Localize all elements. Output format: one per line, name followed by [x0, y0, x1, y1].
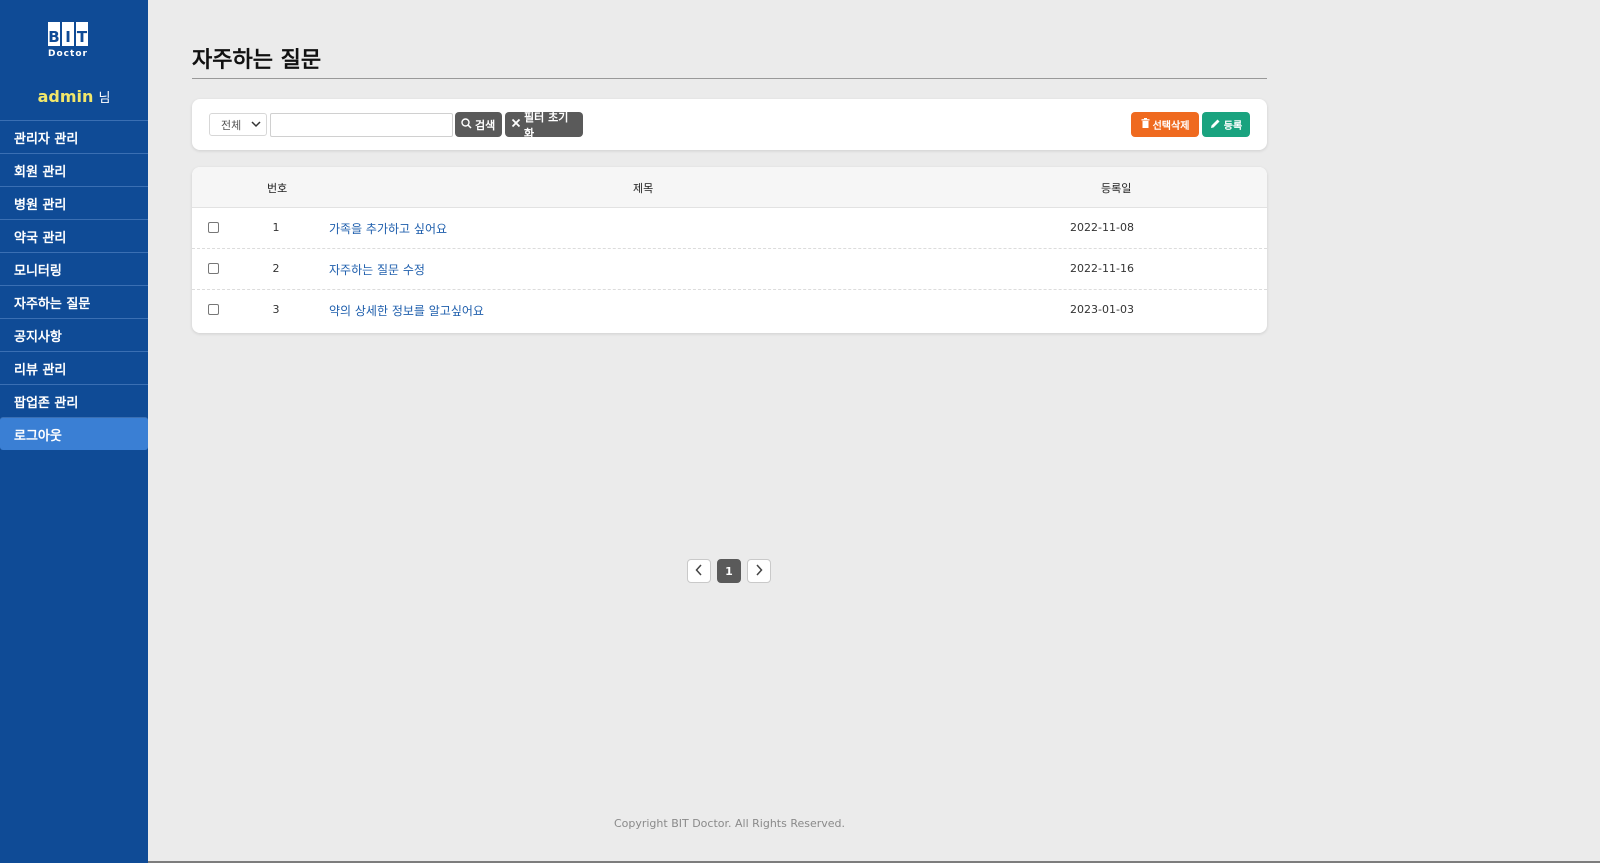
reset-filter-button[interactable]: 필터 초기화: [505, 111, 583, 140]
row-checkbox[interactable]: [208, 263, 219, 274]
row-date: 2022-11-16: [1070, 262, 1134, 275]
column-header-date: 등록일: [1101, 182, 1132, 195]
logo-letter: I: [62, 22, 74, 46]
user-suffix: 님: [98, 91, 111, 106]
delete-selected-label: 선택삭제: [1152, 121, 1190, 132]
chevron-down-icon: [251, 118, 261, 133]
register-label: 등록: [1223, 121, 1243, 132]
column-header-number: 번호: [267, 182, 288, 195]
sidebar: B I T Doctor admin 님 관리자 관리 회원 관리 병원 관리 …: [0, 0, 148, 863]
table-header: 번호 제목 등록일: [192, 167, 1267, 208]
faq-table: 번호 제목 등록일 1 가족을 추가하고 싶어요 2022-11-08 2 자주…: [192, 167, 1267, 333]
pencil-icon: [1210, 118, 1221, 132]
logo-letter: B: [48, 22, 60, 46]
row-date: 2022-11-08: [1070, 221, 1134, 234]
sidebar-item-pharmacy-management[interactable]: 약국 관리: [0, 219, 148, 252]
sidebar-item-hospital-management[interactable]: 병원 관리: [0, 186, 148, 219]
row-number: 3: [272, 303, 280, 316]
row-checkbox[interactable]: [208, 304, 219, 315]
sidebar-item-notices[interactable]: 공지사항: [0, 318, 148, 351]
table-row: 3 약의 상세한 정보를 알고싶어요 2023-01-03: [192, 290, 1267, 331]
bit-doctor-logo[interactable]: B I T Doctor: [47, 22, 89, 64]
user-greeting: admin 님: [0, 87, 148, 106]
delete-selected-button[interactable]: 선택삭제: [1131, 112, 1199, 137]
sidebar-item-logout[interactable]: 로그아웃: [0, 417, 148, 450]
page-button-current[interactable]: 1: [717, 559, 741, 583]
logo-subtitle: Doctor: [48, 49, 88, 59]
chevron-left-icon: [695, 563, 703, 579]
chevron-right-icon: [755, 563, 763, 579]
table-row: 1 가족을 추가하고 싶어요 2022-11-08: [192, 208, 1267, 249]
sidebar-item-faq[interactable]: 자주하는 질문: [0, 285, 148, 318]
trash-icon: [1141, 118, 1150, 131]
search-button[interactable]: 검색: [455, 112, 502, 137]
sidebar-item-member-management[interactable]: 회원 관리: [0, 153, 148, 186]
footer-copyright: Copyright BIT Doctor. All Rights Reserve…: [613, 817, 846, 830]
user-name: admin: [37, 87, 94, 106]
close-icon: [511, 118, 521, 131]
page-title: 자주하는 질문: [192, 48, 322, 73]
row-number: 2: [272, 262, 280, 275]
sidebar-item-admin-management[interactable]: 관리자 관리: [0, 120, 148, 153]
register-button[interactable]: 등록: [1202, 112, 1250, 137]
row-title-link[interactable]: 가족을 추가하고 싶어요: [329, 220, 447, 237]
search-input[interactable]: [270, 113, 453, 137]
sidebar-item-monitoring[interactable]: 모니터링: [0, 252, 148, 285]
search-filter-select[interactable]: 전체: [209, 113, 267, 136]
sidebar-menu: 관리자 관리 회원 관리 병원 관리 약국 관리 모니터링 자주하는 질문 공지…: [0, 120, 148, 450]
search-icon: [461, 117, 472, 132]
row-checkbox[interactable]: [208, 222, 219, 233]
search-filter-value: 전체: [221, 118, 242, 132]
row-title-link[interactable]: 약의 상세한 정보를 알고싶어요: [329, 302, 484, 319]
logo-letters: B I T: [48, 22, 88, 46]
search-toolbar: 전체 검색 필터 초기화 선택삭제 등록: [192, 99, 1267, 150]
pagination: 1: [687, 559, 771, 583]
column-header-title: 제목: [633, 182, 654, 195]
row-number: 1: [272, 221, 280, 234]
sidebar-item-popup-zone-management[interactable]: 팝업존 관리: [0, 384, 148, 417]
next-page-button[interactable]: [747, 559, 771, 583]
search-button-label: 검색: [475, 118, 496, 132]
row-title-link[interactable]: 자주하는 질문 수정: [329, 261, 425, 278]
sidebar-item-review-management[interactable]: 리뷰 관리: [0, 351, 148, 384]
title-divider: [192, 78, 1267, 79]
table-row: 2 자주하는 질문 수정 2022-11-16: [192, 249, 1267, 290]
logo-letter: T: [76, 22, 88, 46]
prev-page-button[interactable]: [687, 559, 711, 583]
reset-filter-label: 필터 초기화: [524, 110, 569, 140]
row-date: 2023-01-03: [1070, 303, 1134, 316]
